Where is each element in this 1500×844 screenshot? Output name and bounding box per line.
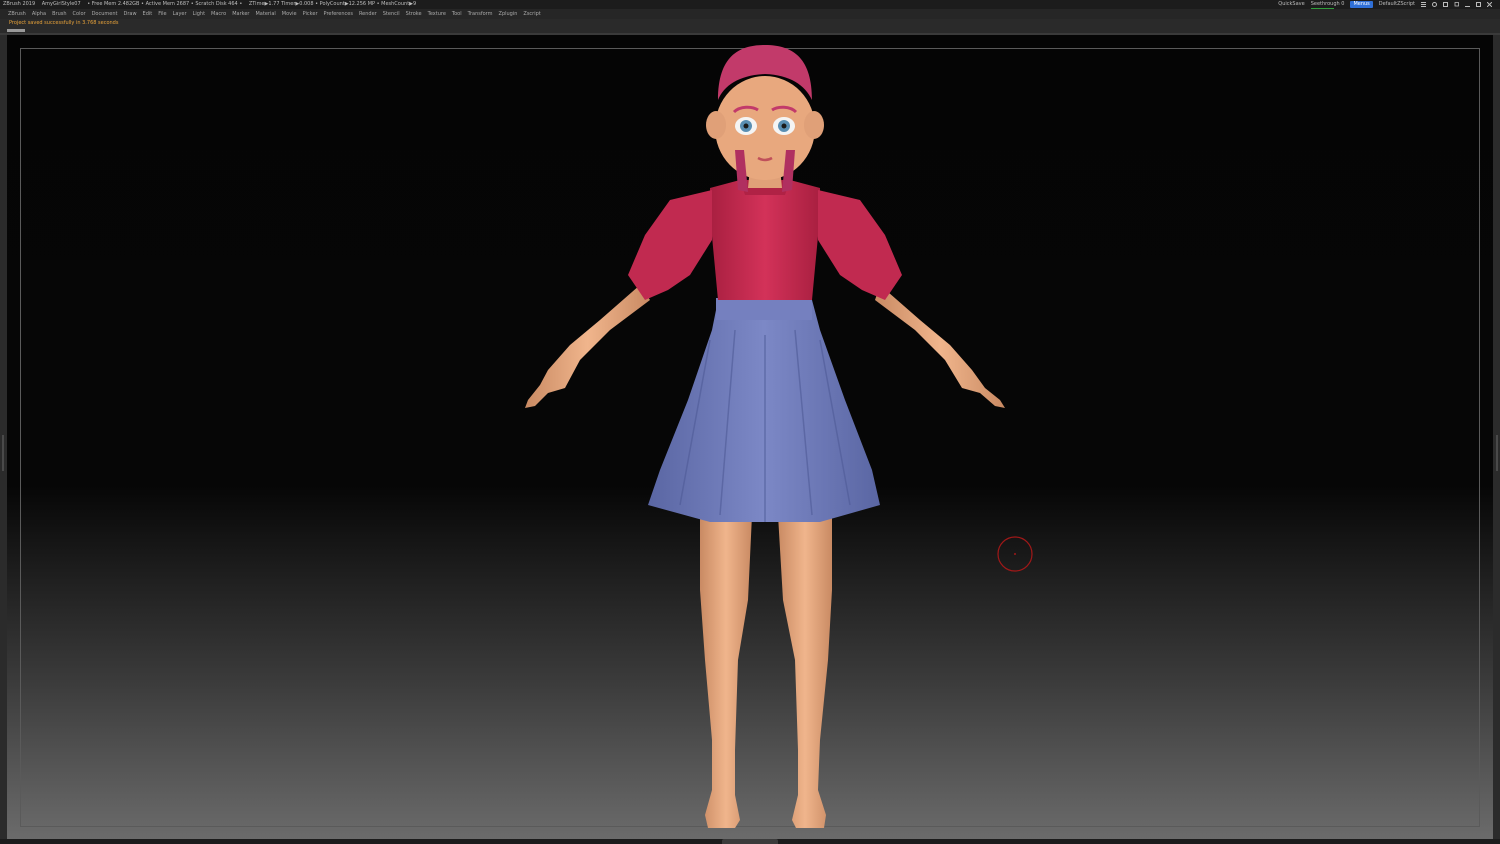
menu-tool[interactable]: Tool [452,11,462,17]
default-zscript-button[interactable]: DefaultZScript [1379,0,1415,9]
menu-document[interactable]: Document [92,11,118,17]
menu-stroke[interactable]: Stroke [406,11,422,17]
list-icon[interactable] [1421,2,1426,7]
menu-stencil[interactable]: Stencil [383,11,400,17]
menu-file[interactable]: File [158,11,166,17]
layout-icon[interactable] [1443,2,1448,7]
right-tray-edge[interactable] [1493,35,1500,844]
menu-picker[interactable]: Picker [303,11,318,17]
menu-layer[interactable]: Layer [173,11,187,17]
menu-alpha[interactable]: Alpha [32,11,46,17]
menu-items: ZBrush Alpha Brush Color Document Draw Edit Fil… [8,9,547,19]
menu-marker[interactable]: Marker [232,11,249,17]
menu-color[interactable]: Color [73,11,86,17]
menu-transform[interactable]: Transform [468,11,493,17]
menu-brush[interactable]: Brush [52,11,66,17]
close-icon[interactable] [1487,2,1492,7]
menu-bar: ZBrush Alpha Brush Color Document Draw Edit Fil… [0,9,1500,19]
menu-light[interactable]: Light [193,11,205,17]
menu-zscript[interactable]: Zscript [523,11,540,17]
right-arm [875,285,1005,408]
progress-bar [7,29,25,32]
menu-edit[interactable]: Edit [143,11,153,17]
skirt [648,298,880,522]
legs [700,515,832,828]
quicksave-button[interactable]: QuickSave [1278,0,1304,9]
blouse [628,180,902,300]
title-bar: ZBrush 2019 AmyGirlStyle07 • Free Mem 2.… [0,0,1500,9]
menu-texture[interactable]: Texture [428,11,446,17]
seethrough-label: Seethrough 0 [1310,1,1345,7]
right-tray-grip[interactable] [1496,435,1498,471]
menu-material[interactable]: Material [255,11,275,17]
title-info: ZBrush 2019 AmyGirlStyle07 • Free Mem 2.… [3,0,421,9]
save-notice: Project saved successfully in 3.768 seco… [9,20,119,26]
app-name: ZBrush 2019 [3,1,36,7]
left-arm [525,285,650,408]
menu-preferences[interactable]: Preferences [324,11,353,17]
viewport-canvas[interactable] [7,35,1493,839]
menu-render[interactable]: Render [359,11,377,17]
bottom-tray-tab[interactable] [722,839,778,844]
title-controls: QuickSave Seethrough 0 Menus DefaultZScr… [1278,0,1492,9]
menus-button[interactable]: Menus [1350,1,1373,8]
maximize-icon[interactable] [1476,2,1481,7]
menu-macro[interactable]: Macro [211,11,226,17]
character-model[interactable] [7,35,1493,839]
minimize-icon[interactable] [1465,2,1470,7]
restore-icon[interactable] [1454,2,1459,7]
memory-info: • Free Mem 2.482GB • Active Mem 2687 • S… [87,1,243,7]
seethrough-slider[interactable]: Seethrough 0 [1310,0,1345,9]
menu-draw[interactable]: Draw [123,11,136,17]
brush-cursor-center [1014,553,1016,555]
head [706,45,824,192]
timing-info: ZTime▶1.77 Timer▶0.008 • PolyCount▶12.25… [248,1,417,7]
project-name: AmyGirlStyle07 [41,1,81,7]
menu-zplugin[interactable]: Zplugin [499,11,518,17]
menu-zbrush[interactable]: ZBrush [8,11,26,17]
menu-movie[interactable]: Movie [282,11,297,17]
left-tray-grip[interactable] [2,435,4,471]
left-tray-edge[interactable] [0,35,7,844]
gear-icon[interactable] [1432,2,1437,7]
